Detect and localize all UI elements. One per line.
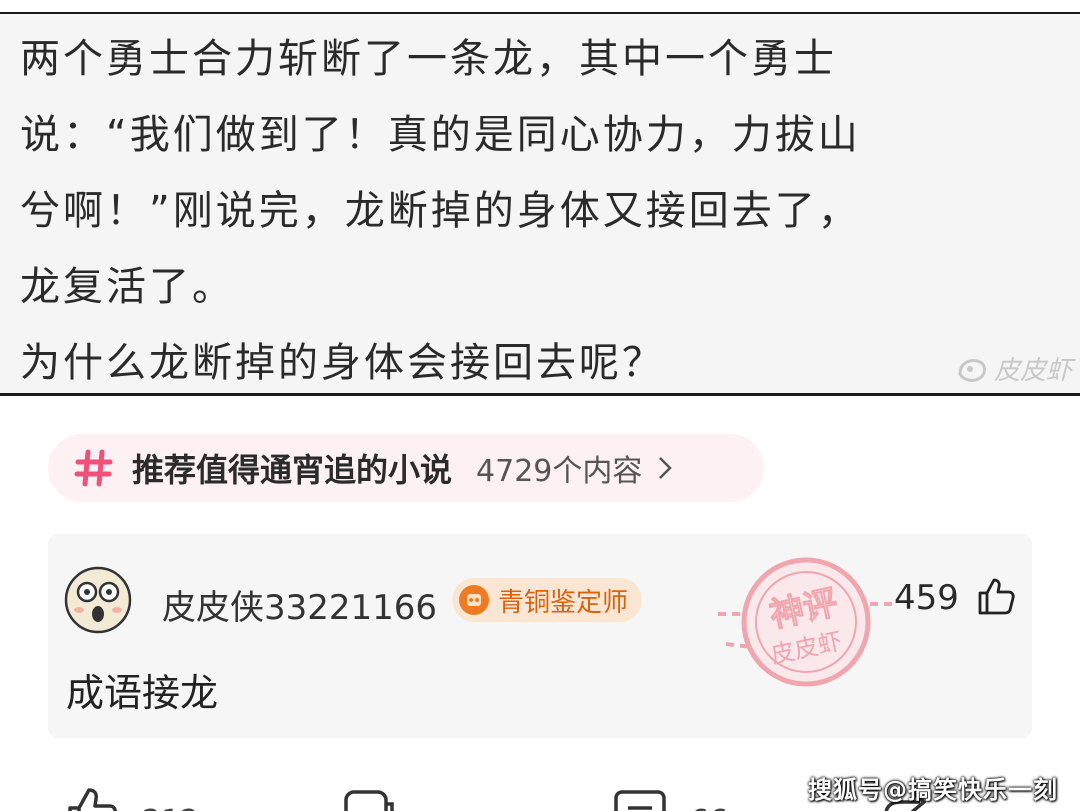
bottom-like-count: 212 <box>142 804 199 811</box>
question-line-2: 说：“我们做到了！真的是同心协力，力拔山 <box>20 112 861 158</box>
comment-like-count: 459 <box>894 578 959 618</box>
bottom-comment-button[interactable]: 66 <box>612 784 728 811</box>
bottom-secondary-label: 暖 <box>418 804 448 811</box>
topic-title: 推荐值得通宵追的小说 <box>132 451 453 489</box>
question-line-3: 兮啊！”刚说完，龙断掉的身体又接回去了， <box>20 188 861 234</box>
hash-icon <box>74 449 113 487</box>
bottom-share-label: 分享 <box>958 804 1018 811</box>
chevron-right-icon <box>659 457 673 479</box>
user-level-badge: 青铜鉴定师 <box>452 578 643 622</box>
hot-comment-stamp: 神评 皮皮虾 <box>718 557 894 687</box>
question-line-1: 两个勇士合力斩断了一条龙，其中一个勇士 <box>20 36 837 82</box>
bottom-like-button[interactable]: 212 <box>64 784 199 811</box>
question-card: 两个勇士合力斩断了一条龙，其中一个勇士 说：“我们做到了！真的是同心协力，力拔山… <box>0 12 1080 396</box>
avatar[interactable] <box>64 566 132 634</box>
bottom-comment-count: 66 <box>690 804 728 811</box>
topic-pill[interactable]: 推荐值得通宵追的小说 4729个内容 <box>48 434 764 502</box>
reaction-icon <box>344 790 394 811</box>
pipixia-watermark: 皮皮虾 <box>956 350 1072 387</box>
screenshot-root: 两个勇士合力斩断了一条龙，其中一个勇士 说：“我们做到了！真的是同心协力，力拔山… <box>0 0 1080 811</box>
question-line-5: 为什么龙断掉的身体会接回去呢？ <box>20 340 665 386</box>
thumbs-up-icon <box>68 788 117 811</box>
comment-card: 皮皮侠33221166 青铜鉴定师 神评 皮皮虾 459 成语接龙 <box>48 534 1032 738</box>
comment-icon <box>614 790 666 811</box>
comment-text: 成语接龙 <box>66 671 219 715</box>
username[interactable]: 皮皮侠33221166 <box>162 580 437 629</box>
question-line-4: 龙复活了。 <box>20 264 235 310</box>
bottom-secondary-button[interactable]: 暖 <box>340 784 448 811</box>
badge-label: 青铜鉴定师 <box>498 587 629 618</box>
bronze-medal-icon <box>459 585 489 615</box>
topic-count: 4729个内容 <box>476 454 643 489</box>
thumbs-up-icon[interactable] <box>976 576 1016 616</box>
source-watermark: 搜狐号@搞笑快乐一刻 <box>808 776 1058 804</box>
pipixia-logo-icon <box>958 358 986 382</box>
watermark-text: 皮皮虾 <box>993 356 1072 386</box>
